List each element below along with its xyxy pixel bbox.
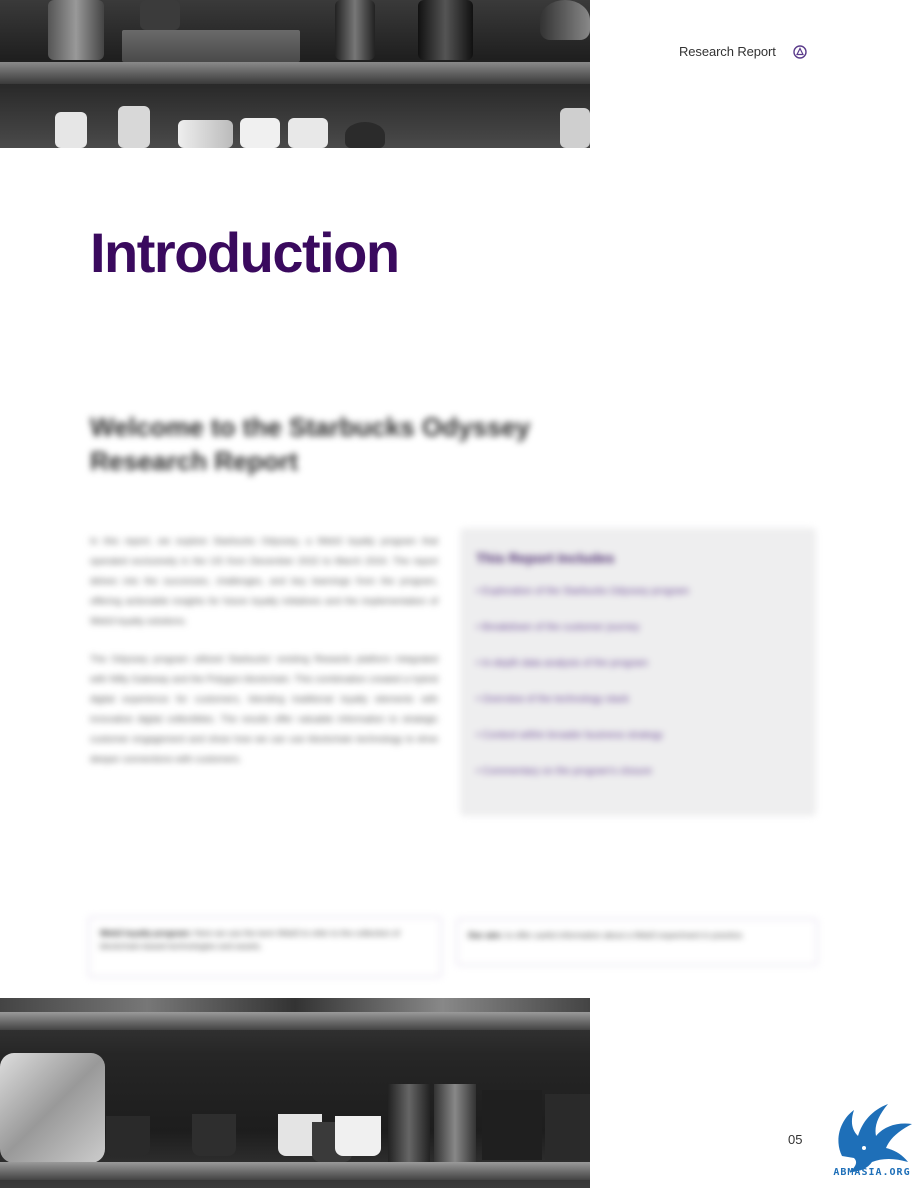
page-number: 05 bbox=[788, 1132, 803, 1147]
page-title: Introduction bbox=[90, 221, 400, 284]
list-item: In-depth data analysis of the program bbox=[476, 656, 796, 692]
body-paragraph: The Odyssey program utilized Starbucks' … bbox=[90, 654, 438, 765]
corner-logo-text: ABMASIA.ORG bbox=[833, 1167, 911, 1178]
report-includes-list: Exploration of the Starbucks Odyssey pro… bbox=[476, 584, 796, 800]
note-text: to offer useful information about a Web3… bbox=[505, 930, 745, 940]
list-item: Exploration of the Starbucks Odyssey pro… bbox=[476, 584, 796, 620]
header-label: Research Report bbox=[679, 44, 776, 59]
list-item: Breakdown of the customer journey bbox=[476, 620, 796, 656]
shelf-photo-bottom bbox=[0, 998, 590, 1188]
list-item: Overview of the technology stack bbox=[476, 692, 796, 728]
report-includes-box: This Report Includes Exploration of the … bbox=[460, 528, 816, 816]
shelf-photo-top bbox=[0, 0, 590, 148]
list-item: Commentary on the program's closure bbox=[476, 764, 796, 800]
section-subheading: Welcome to the Starbucks Odyssey Researc… bbox=[90, 412, 531, 476]
body-text: In this report, we explore Starbucks Ody… bbox=[90, 532, 438, 788]
aim-note: Our aim: to offer useful information abo… bbox=[456, 918, 818, 966]
definition-note: Web3 loyalty program: Here we use the te… bbox=[88, 916, 442, 978]
report-box-heading: This Report Includes bbox=[476, 550, 615, 566]
note-term: Web3 loyalty program: bbox=[100, 928, 192, 938]
body-paragraph: In this report, we explore Starbucks Ody… bbox=[90, 536, 438, 627]
list-item: Context within broader business strategy bbox=[476, 728, 796, 764]
starbucks-siren-icon bbox=[793, 45, 807, 59]
note-term: Our aim: bbox=[468, 930, 503, 940]
